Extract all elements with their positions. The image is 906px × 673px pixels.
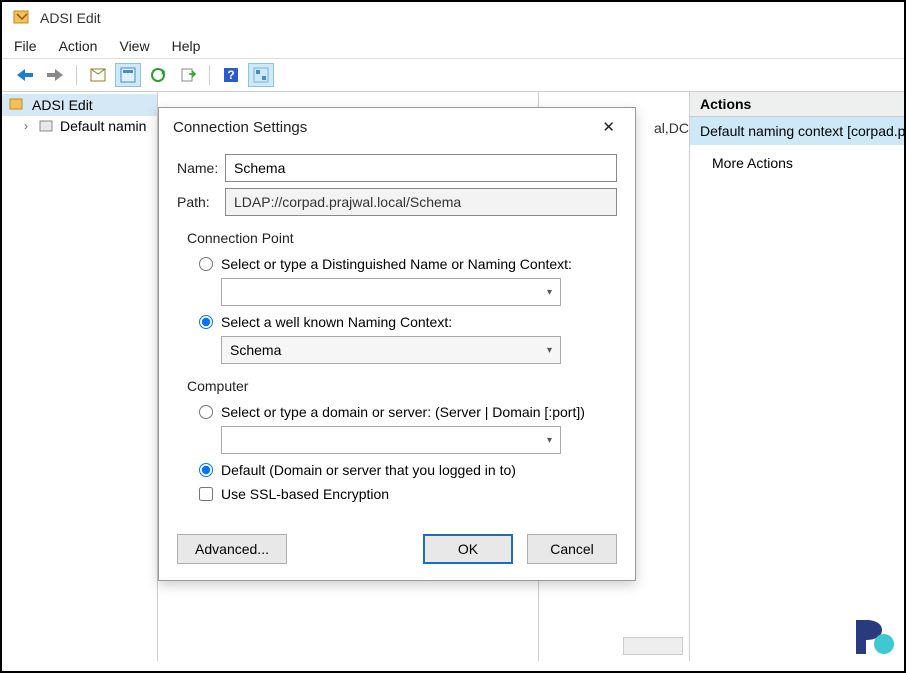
export-icon[interactable]: [175, 63, 201, 87]
toolbar-separator: [76, 65, 77, 85]
tree-child[interactable]: › Default namin: [2, 116, 157, 136]
radio-wellknown[interactable]: [199, 315, 213, 329]
refresh-icon[interactable]: [145, 63, 171, 87]
ok-button[interactable]: OK: [423, 534, 513, 564]
actions-context[interactable]: Default naming context [corpad.prajw: [690, 117, 904, 145]
radio-domain-label: Select or type a domain or server: (Serv…: [221, 404, 585, 420]
properties-icon[interactable]: [115, 63, 141, 87]
toolbar: ?: [2, 59, 904, 92]
tree-window-icon[interactable]: [85, 63, 111, 87]
name-input[interactable]: [225, 154, 617, 182]
advanced-button[interactable]: Advanced...: [177, 534, 287, 564]
computer-label: Computer: [187, 378, 617, 394]
actions-panel: Actions Default naming context [corpad.p…: [689, 92, 904, 661]
tree-root-label: ADSI Edit: [32, 97, 93, 113]
name-label: Name:: [177, 160, 225, 176]
radio-dn[interactable]: [199, 257, 213, 271]
menu-help[interactable]: Help: [172, 38, 201, 54]
connection-point-label: Connection Point: [187, 230, 617, 246]
svg-text:?: ?: [227, 68, 234, 82]
ssl-checkbox[interactable]: [199, 487, 213, 501]
path-label: Path:: [177, 194, 225, 210]
domain-select[interactable]: ▾: [221, 426, 561, 454]
container-icon: [38, 118, 54, 134]
dn-select[interactable]: ▾: [221, 278, 561, 306]
adsi-icon: [8, 96, 26, 114]
radio-default-label: Default (Domain or server that you logge…: [221, 462, 516, 478]
connection-settings-dialog: Connection Settings ✕ Name: Path: Connec…: [158, 107, 636, 581]
radio-default[interactable]: [199, 463, 213, 477]
back-button[interactable]: [12, 63, 38, 87]
window-titlebar: ADSI Edit: [2, 2, 904, 34]
chevron-down-icon: ▾: [547, 287, 552, 298]
radio-dn-label: Select or type a Distinguished Name or N…: [221, 256, 572, 272]
window-title: ADSI Edit: [40, 10, 101, 26]
watermark-icon: [850, 614, 896, 665]
actions-header: Actions: [690, 92, 904, 117]
app-icon: [12, 8, 32, 28]
path-input: [225, 188, 617, 216]
chevron-down-icon: ▾: [547, 435, 552, 446]
close-icon[interactable]: ✕: [596, 118, 621, 136]
view-config-icon[interactable]: [248, 63, 274, 87]
wellknown-select[interactable]: Schema ▾: [221, 336, 561, 364]
ssl-label: Use SSL-based Encryption: [221, 486, 389, 502]
forward-button[interactable]: [42, 63, 68, 87]
dialog-title: Connection Settings: [173, 119, 307, 136]
radio-domain[interactable]: [199, 405, 213, 419]
wellknown-value: Schema: [230, 342, 281, 358]
tree-child-label: Default namin: [60, 118, 146, 134]
help-icon[interactable]: ?: [218, 63, 244, 87]
menu-file[interactable]: File: [14, 38, 37, 54]
toolbar-separator: [209, 65, 210, 85]
tree-root[interactable]: ADSI Edit: [2, 94, 157, 116]
expander-icon[interactable]: ›: [24, 119, 36, 133]
partial-text: al,DC: [654, 120, 689, 136]
more-actions[interactable]: More Actions: [690, 145, 904, 181]
cancel-button[interactable]: Cancel: [527, 534, 617, 564]
radio-wellknown-label: Select a well known Naming Context:: [221, 314, 452, 330]
menu-view[interactable]: View: [119, 38, 149, 54]
menu-bar: File Action View Help: [2, 34, 904, 59]
scrollbar[interactable]: [623, 637, 683, 655]
chevron-down-icon: ▾: [547, 345, 552, 356]
menu-action[interactable]: Action: [59, 38, 98, 54]
tree-panel: ADSI Edit › Default namin: [2, 92, 158, 661]
